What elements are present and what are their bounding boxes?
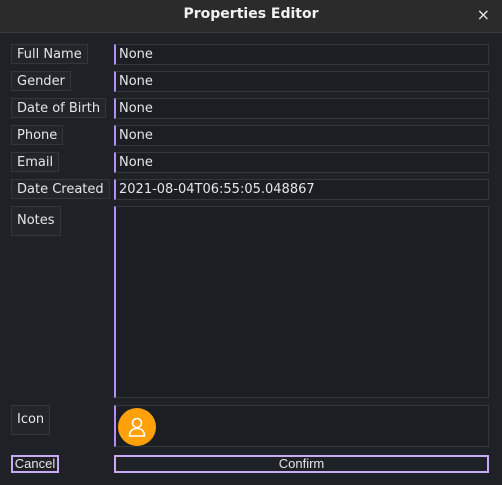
close-icon[interactable]: × (477, 5, 490, 24)
email-field[interactable]: None (114, 152, 489, 173)
date-created-label: Date Created (11, 179, 110, 199)
date-created-field[interactable]: 2021-08-04T06:55:05.048867 (114, 179, 489, 200)
confirm-button[interactable]: Confirm (114, 455, 489, 473)
email-label: Email (11, 152, 60, 172)
full-name-field[interactable]: None (114, 44, 489, 65)
properties-editor-window: Properties Editor × Full Name None Gende… (0, 0, 502, 485)
full-name-label: Full Name (11, 44, 88, 64)
gender-label: Gender (11, 71, 71, 91)
date-of-birth-field[interactable]: None (114, 98, 489, 119)
user-icon (128, 417, 146, 437)
phone-field[interactable]: None (114, 125, 489, 146)
icon-label: Icon (11, 405, 51, 435)
phone-label: Phone (11, 125, 64, 145)
cancel-button[interactable]: Cancel (11, 455, 59, 473)
avatar[interactable] (118, 408, 156, 446)
notes-label: Notes (11, 206, 61, 236)
icon-picker[interactable] (114, 405, 489, 447)
date-of-birth-label: Date of Birth (11, 98, 107, 118)
window-title: Properties Editor (183, 6, 319, 22)
notes-textarea[interactable] (114, 206, 489, 398)
gender-field[interactable]: None (114, 71, 489, 92)
title-bar[interactable]: Properties Editor × (0, 0, 502, 33)
